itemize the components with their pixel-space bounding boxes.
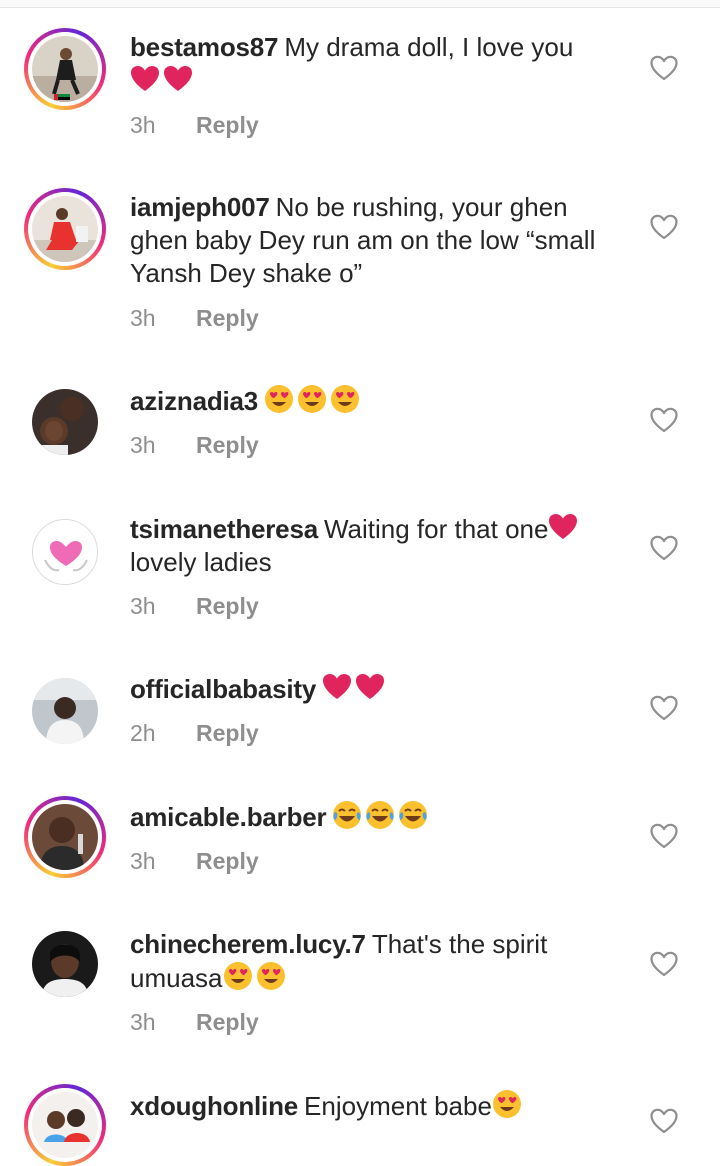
reply-button[interactable]: Reply <box>196 1009 259 1035</box>
reply-button[interactable]: Reply <box>196 305 259 331</box>
avatar-story-ring[interactable] <box>24 188 106 270</box>
red-heart-emoji <box>322 672 352 702</box>
like-heart-icon[interactable] <box>649 822 679 850</box>
red-heart-emoji <box>163 64 193 94</box>
tears-of-joy-emoji <box>332 800 362 830</box>
red-heart-emoji <box>548 512 578 542</box>
comment-body-continued: lovely ladies <box>130 547 272 577</box>
avatar-wrapper[interactable] <box>24 381 106 463</box>
heart-eyes-emoji <box>492 1089 522 1119</box>
comment-username[interactable]: officialbabasity <box>130 674 316 704</box>
top-divider <box>0 0 720 8</box>
comment-body: My drama doll, I love you <box>284 32 574 62</box>
heart-eyes-emoji <box>264 384 294 414</box>
comment-meta: 3h Reply <box>130 848 259 875</box>
comment-text: iamjeph007 No be rushing, your ghen ghen … <box>130 191 630 290</box>
comment-time: 3h <box>130 112 156 138</box>
red-heart-emoji <box>355 672 385 702</box>
comment-meta: 3h Reply <box>130 112 259 139</box>
avatar-story-ring[interactable] <box>24 1084 106 1166</box>
like-heart-icon[interactable] <box>649 1107 679 1135</box>
comment-text: tsimanetheresa Waiting for that one lovel… <box>130 512 630 579</box>
reply-button[interactable]: Reply <box>196 720 259 746</box>
heart-eyes-emoji <box>223 961 253 991</box>
avatar-wrapper[interactable] <box>24 511 106 593</box>
red-heart-emoji <box>130 64 160 94</box>
comment-username[interactable]: xdoughonline <box>130 1091 298 1121</box>
comment-text: officialbabasity <box>130 672 630 706</box>
comment-username[interactable]: amicable.barber <box>130 802 327 832</box>
like-heart-icon[interactable] <box>649 694 679 722</box>
avatar <box>32 519 98 585</box>
avatar <box>32 678 98 744</box>
comment-time: 3h <box>130 432 156 458</box>
avatar-story-ring[interactable] <box>24 796 106 878</box>
avatar <box>32 804 98 870</box>
heart-eyes-emoji <box>330 384 360 414</box>
comment-text: xdoughonline Enjoyment babe <box>130 1089 630 1123</box>
comment-username[interactable]: tsimanetheresa <box>130 514 318 544</box>
comment-time: 3h <box>130 848 156 874</box>
avatar-wrapper[interactable] <box>24 923 106 1005</box>
comment-text: chinecherem.lucy.7 That's the spirit umua… <box>130 928 630 995</box>
comment-body: Waiting for that one <box>323 514 549 544</box>
comment-username[interactable]: chinecherem.lucy.7 <box>130 929 366 959</box>
like-heart-icon[interactable] <box>649 534 679 562</box>
comment-time: 2h <box>130 720 156 746</box>
reply-button[interactable]: Reply <box>196 432 259 458</box>
comment-time: 3h <box>130 1009 156 1035</box>
comment-time: 3h <box>130 593 156 619</box>
tears-of-joy-emoji <box>398 800 428 830</box>
like-heart-icon[interactable] <box>649 950 679 978</box>
avatar <box>32 389 98 455</box>
comment-meta: 3h Reply <box>130 1009 259 1036</box>
reply-button[interactable]: Reply <box>196 848 259 874</box>
avatar <box>32 36 98 102</box>
like-heart-icon[interactable] <box>649 406 679 434</box>
comment-username[interactable]: bestamos87 <box>130 32 279 62</box>
comment-meta: 3h Reply <box>130 305 259 332</box>
comment-time: 3h <box>130 305 156 331</box>
comment-username[interactable]: iamjeph007 <box>130 192 270 222</box>
heart-eyes-emoji <box>297 384 327 414</box>
tears-of-joy-emoji <box>365 800 395 830</box>
avatar-story-ring[interactable] <box>24 28 106 110</box>
avatar-wrapper[interactable] <box>24 670 106 752</box>
comment-body: Enjoyment babe <box>304 1091 492 1121</box>
avatar <box>32 196 98 262</box>
avatar <box>32 1092 98 1158</box>
reply-button[interactable]: Reply <box>196 593 259 619</box>
comment-text: aziznadia3 <box>130 384 630 418</box>
comment-meta: 2h Reply <box>130 720 259 747</box>
like-heart-icon[interactable] <box>649 54 679 82</box>
comment-text: bestamos87 My drama doll, I love you <box>130 31 630 98</box>
avatar <box>32 931 98 997</box>
comment-username[interactable]: aziznadia3 <box>130 386 258 416</box>
comment-meta: 3h Reply <box>130 432 259 459</box>
heart-eyes-emoji <box>256 961 286 991</box>
reply-button[interactable]: Reply <box>196 112 259 138</box>
like-heart-icon[interactable] <box>649 213 679 241</box>
comment-meta: 3h Reply <box>130 593 259 620</box>
comment-text: amicable.barber <box>130 800 630 834</box>
